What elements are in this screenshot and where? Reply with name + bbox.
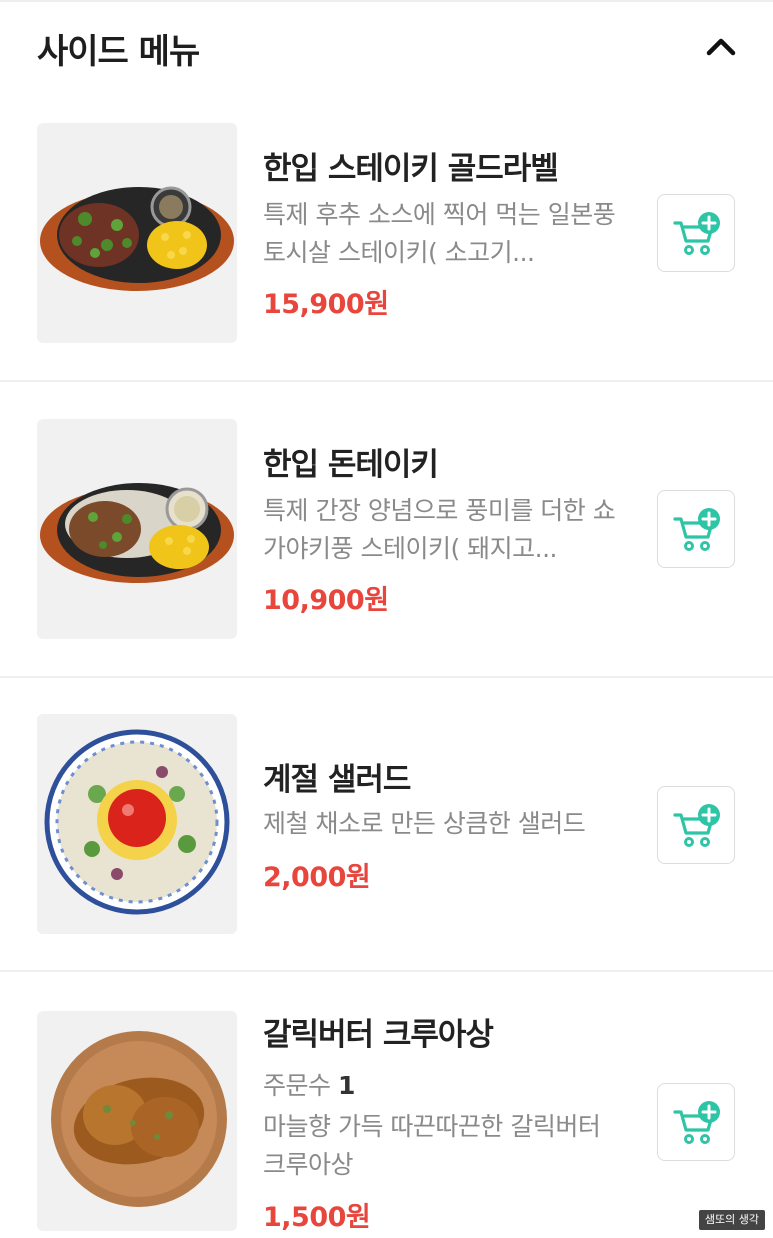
add-to-cart-icon bbox=[673, 212, 720, 255]
item-name: 한입 돈테이키 bbox=[263, 447, 439, 483]
item-description: 마늘향 가득 따끈따끈한 갈릭버터 크루아상 bbox=[263, 1112, 601, 1179]
add-to-cart-icon bbox=[673, 804, 720, 847]
section-header[interactable]: 사이드 메뉴 bbox=[0, 2, 773, 90]
order-count-label: 주문수 bbox=[263, 1071, 331, 1100]
item-price: 2,000원 bbox=[263, 862, 371, 893]
add-to-cart-button[interactable] bbox=[657, 1083, 735, 1161]
item-description: 특제 간장 양념으로 풍미를 더한 쇼가야키풍 스테이키( 돼지고... bbox=[263, 496, 616, 563]
add-to-cart-button[interactable] bbox=[657, 490, 735, 568]
order-count: 주문수 1 bbox=[263, 1066, 355, 1102]
item-price: 10,900원 bbox=[263, 585, 389, 616]
chevron-up-icon[interactable] bbox=[703, 32, 739, 60]
item-description: 제철 채소로 만든 상큼한 샐러드 bbox=[263, 809, 586, 838]
item-name: 갈릭버터 크루아상 bbox=[263, 1017, 494, 1053]
divider bbox=[0, 970, 773, 972]
item-description: 특제 후추 소스에 찍어 먹는 일본풍 토시살 스테이키( 소고기... bbox=[263, 200, 616, 267]
croissant-image bbox=[37, 1011, 237, 1231]
pork-steak-image bbox=[37, 419, 237, 639]
item-name: 계절 샐러드 bbox=[263, 762, 411, 798]
watermark: 샘또의 생각 bbox=[698, 1210, 765, 1230]
add-to-cart-button[interactable] bbox=[657, 194, 735, 272]
add-to-cart-icon bbox=[673, 508, 720, 551]
item-price: 15,900원 bbox=[263, 289, 389, 320]
add-to-cart-button[interactable] bbox=[657, 786, 735, 864]
divider bbox=[0, 380, 773, 382]
item-price: 1,500원 bbox=[263, 1202, 371, 1233]
divider bbox=[0, 676, 773, 678]
add-to-cart-icon bbox=[673, 1101, 720, 1144]
item-name: 한입 스테이키 골드라벨 bbox=[263, 151, 559, 187]
section-title: 사이드 메뉴 bbox=[37, 32, 200, 72]
order-count-value: 1 bbox=[337, 1071, 355, 1100]
salad-image bbox=[37, 714, 237, 934]
steak-image bbox=[37, 123, 237, 343]
